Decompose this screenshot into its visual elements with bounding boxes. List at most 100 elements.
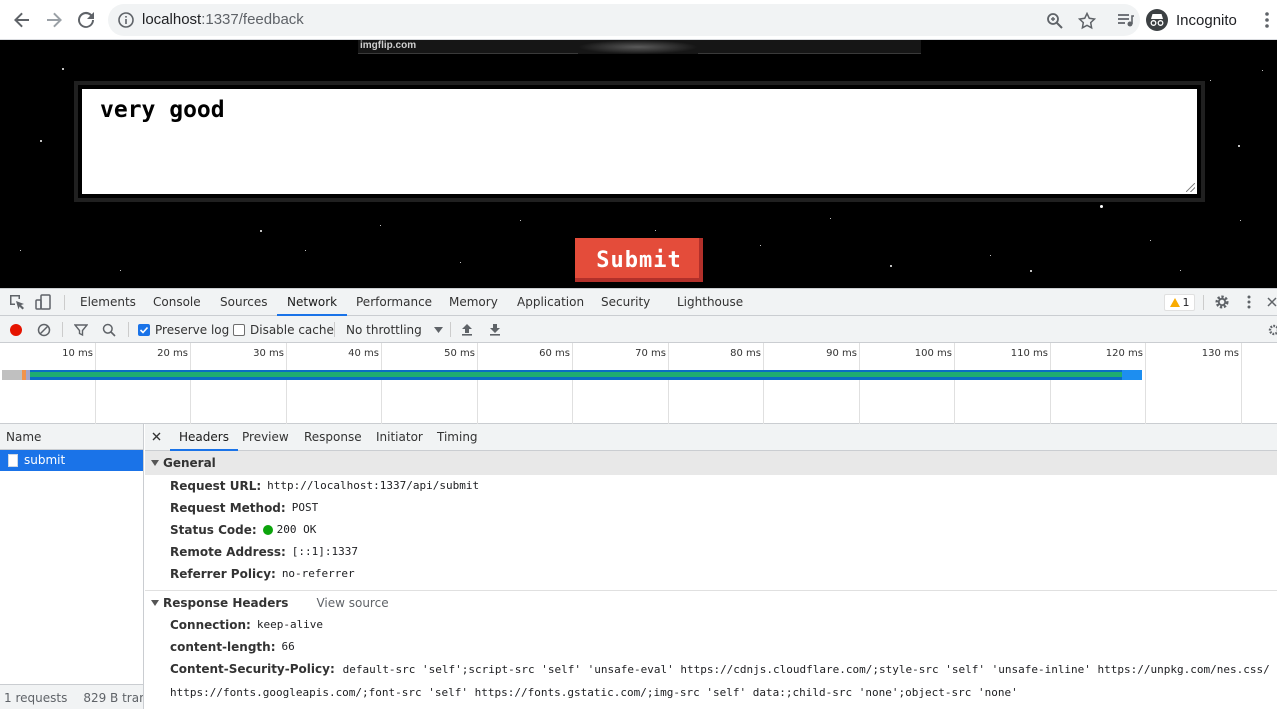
close-devtools-icon[interactable] (1266, 293, 1277, 311)
timeline-tick-label: 30 ms (253, 348, 284, 359)
request-waterfall-bar[interactable] (2, 370, 1142, 380)
playlist-icon (1118, 14, 1134, 27)
status-code-row: Status Code: 200 OK (145, 519, 1277, 541)
request-summary: 1 requests 829 B tran (0, 684, 143, 709)
tab-elements[interactable]: Elements (80, 289, 136, 316)
star-dot (1262, 70, 1263, 71)
star-dot (1210, 80, 1211, 81)
forward-button[interactable] (42, 8, 66, 32)
warnings-badge[interactable]: 1 (1164, 294, 1195, 311)
referrer-policy-row: Referrer Policy: no-referrer (145, 563, 1277, 585)
response-headers-section-header[interactable]: Response Headers View source (145, 590, 1277, 614)
star-dot (260, 230, 262, 232)
filter-button[interactable] (74, 316, 88, 343)
tab-security[interactable]: Security (601, 289, 650, 316)
toolbar-separator (334, 322, 335, 337)
network-overview-timeline[interactable]: 10 ms 20 ms 30 ms 40 ms 50 ms 60 ms 70 m… (0, 343, 1277, 424)
resize-handle-icon[interactable] (1186, 183, 1195, 192)
remote-address-value: [::1]:1337 (291, 545, 359, 558)
settings-gear-icon[interactable] (1213, 293, 1231, 311)
star-dot (830, 218, 831, 219)
timeline-tick-label: 130 ms (1201, 348, 1239, 359)
request-row-submit[interactable]: submit (0, 450, 143, 471)
star-dot (655, 230, 656, 231)
devtools-panel: Elements Console Sources Network Perform… (0, 288, 1277, 709)
record-button[interactable] (9, 316, 23, 343)
toolbar-separator (62, 322, 63, 337)
export-har-button[interactable] (489, 316, 501, 343)
devtools-menu-icon[interactable] (1242, 293, 1256, 311)
meme-image-shading (578, 40, 698, 54)
feedback-textarea-frame (74, 81, 1205, 202)
incognito-indicator[interactable]: Incognito (1146, 7, 1237, 33)
general-section-header[interactable]: General (145, 451, 1277, 475)
bookmark-star-icon[interactable] (1077, 11, 1097, 30)
inspect-element-icon[interactable] (8, 293, 26, 311)
timeline-tick-label: 80 ms (730, 348, 761, 359)
waterfall-connect-segment (2, 370, 30, 380)
tab-initiator[interactable]: Initiator (376, 424, 423, 451)
timeline-gridline (763, 343, 764, 424)
tab-sources[interactable]: Sources (220, 289, 267, 316)
star-dot (120, 270, 121, 271)
timeline-tick-label: 120 ms (1105, 348, 1143, 359)
feedback-textarea[interactable] (82, 89, 1197, 194)
device-toolbar-icon[interactable] (34, 293, 52, 311)
timeline-tick-label: 90 ms (826, 348, 857, 359)
url-host: localhost (142, 11, 202, 28)
url-text: localhost:1337/feedback (142, 11, 304, 28)
name-column-header[interactable]: Name (0, 424, 143, 450)
referrer-policy-key: Referrer Policy: (170, 567, 276, 581)
timeline-tick-label: 50 ms (444, 348, 475, 359)
tab-performance[interactable]: Performance (356, 289, 432, 316)
timeline-tick-label: 20 ms (157, 348, 188, 359)
settings-gear-icon (1268, 324, 1277, 335)
content-length-key: content-length: (170, 640, 276, 654)
tab-console[interactable]: Console (153, 289, 201, 316)
network-toolbar: Preserve log Disable cache No throttling (0, 316, 1277, 343)
request-list: Name submit 1 requests 829 B tran (0, 424, 144, 709)
url-path: :1337/feedback (201, 11, 304, 28)
site-info-icon[interactable] (118, 12, 134, 31)
submit-button[interactable]: Submit (571, 234, 707, 286)
tab-application[interactable]: Application (517, 289, 584, 316)
import-har-button[interactable] (461, 316, 473, 343)
timeline-gridline (95, 343, 96, 424)
request-details: Headers Preview Response Initiator Timin… (145, 424, 1277, 709)
referrer-policy-value: no-referrer (281, 567, 355, 580)
star-dot (1180, 270, 1181, 271)
tab-memory[interactable]: Memory (449, 289, 498, 316)
download-icon (490, 324, 500, 336)
reload-button[interactable] (74, 8, 98, 32)
clear-button[interactable] (37, 316, 51, 343)
address-bar[interactable]: localhost:1337/feedback (108, 4, 1140, 36)
star-dot (1238, 145, 1240, 147)
search-button[interactable] (102, 316, 116, 343)
dropdown-arrow-icon (433, 326, 443, 333)
close-details-icon[interactable] (152, 424, 161, 451)
tab-response[interactable]: Response (304, 424, 362, 451)
disable-cache-checkbox[interactable]: Disable cache (233, 316, 334, 343)
throttling-select[interactable]: No throttling (346, 316, 443, 343)
tab-headers[interactable]: Headers (170, 424, 238, 451)
remote-address-key: Remote Address: (170, 545, 286, 559)
preserve-log-checkbox[interactable]: Preserve log (138, 316, 229, 343)
meme-image: imgflip.com (358, 40, 921, 54)
star-dot (460, 262, 461, 263)
upload-icon (462, 324, 472, 336)
tab-lighthouse[interactable]: Lighthouse (677, 289, 743, 316)
warning-count: 1 (1182, 296, 1190, 309)
request-method-row: Request Method: POST (145, 497, 1277, 519)
browser-menu-button[interactable] (1255, 8, 1277, 32)
network-settings-button[interactable] (1268, 316, 1277, 343)
toolbar-separator (128, 322, 129, 337)
tab-preview[interactable]: Preview (242, 424, 289, 451)
media-controls-button[interactable] (1114, 8, 1138, 32)
tab-network[interactable]: Network (277, 289, 348, 316)
request-count: 1 requests (4, 690, 68, 705)
checkbox-unchecked-icon (233, 323, 245, 336)
zoom-icon[interactable] (1046, 12, 1064, 30)
back-button[interactable] (10, 8, 34, 32)
view-source-link[interactable]: View source (316, 591, 388, 615)
tab-timing[interactable]: Timing (437, 424, 478, 451)
